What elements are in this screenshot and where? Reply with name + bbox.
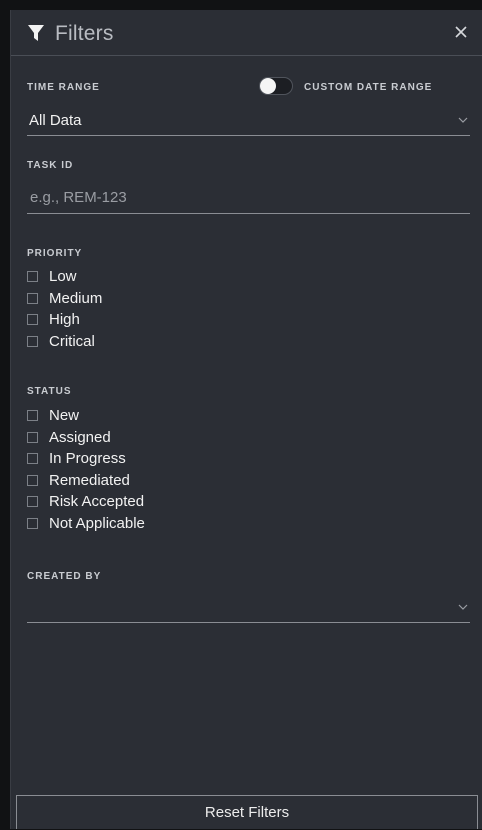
checkbox[interactable] [27, 335, 38, 347]
priority-option-low[interactable]: Low [27, 266, 102, 288]
filters-header: Filters [11, 10, 482, 56]
status-option-remediated[interactable]: Remediated [27, 470, 145, 492]
custom-date-range-toggle[interactable] [259, 77, 293, 95]
task-id-label: TASK ID [27, 160, 74, 171]
status-label: STATUS [27, 386, 72, 397]
checkbox[interactable] [27, 292, 38, 304]
checkbox[interactable] [27, 517, 38, 529]
status-option-label: Not Applicable [49, 514, 145, 532]
custom-date-range-label: CUSTOM DATE RANGE [304, 82, 433, 93]
checkbox[interactable] [27, 474, 38, 486]
checkbox[interactable] [27, 496, 38, 508]
status-option-in-progress[interactable]: In Progress [27, 448, 145, 470]
checkbox[interactable] [27, 431, 38, 443]
chevron-down-icon [458, 604, 468, 610]
filters-panel: Filters TIME RANGE CUSTOM DATE RANGE All… [10, 10, 482, 829]
task-id-input[interactable] [27, 182, 470, 214]
status-option-label: Risk Accepted [49, 493, 145, 511]
priority-option-critical[interactable]: Critical [27, 331, 102, 353]
priority-option-medium[interactable]: Medium [27, 288, 102, 310]
status-option-label: Assigned [49, 428, 111, 446]
status-option-not-applicable[interactable]: Not Applicable [27, 513, 145, 535]
close-icon[interactable] [451, 22, 471, 42]
priority-option-label: High [49, 311, 80, 329]
status-option-label: Remediated [49, 471, 130, 489]
checkbox[interactable] [27, 453, 38, 465]
status-option-risk-accepted[interactable]: Risk Accepted [27, 491, 145, 513]
created-by-select[interactable] [27, 592, 470, 623]
priority-option-label: Medium [49, 289, 103, 307]
time-range-label: TIME RANGE [27, 82, 100, 93]
checkbox[interactable] [27, 271, 38, 283]
checkbox[interactable] [27, 410, 38, 422]
status-option-new[interactable]: New [27, 405, 145, 427]
time-range-select[interactable]: All Data [27, 105, 470, 136]
time-range-value: All Data [29, 112, 82, 129]
status-option-label: New [49, 407, 80, 425]
status-option-label: In Progress [49, 450, 126, 468]
status-list: New Assigned In Progress Remediated Risk… [27, 405, 145, 534]
toggle-knob [260, 78, 276, 94]
status-option-assigned[interactable]: Assigned [27, 427, 145, 449]
funnel-icon [28, 25, 44, 41]
priority-option-label: Critical [49, 332, 95, 350]
reset-filters-button[interactable]: Reset Filters [16, 795, 478, 829]
priority-label: PRIORITY [27, 248, 83, 259]
created-by-label: CREATED BY [27, 571, 102, 582]
priority-option-high[interactable]: High [27, 309, 102, 331]
checkbox[interactable] [27, 314, 38, 326]
priority-option-label: Low [49, 268, 77, 286]
chevron-down-icon [458, 117, 468, 123]
panel-title: Filters [55, 22, 114, 45]
priority-list: Low Medium High Critical [27, 266, 102, 352]
